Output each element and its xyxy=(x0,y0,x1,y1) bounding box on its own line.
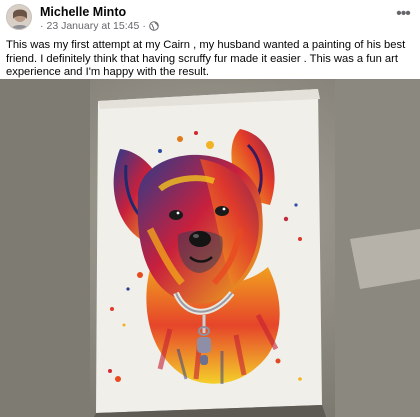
post-text: This was my first attempt at my Cairn , … xyxy=(6,39,406,78)
avatar-image xyxy=(7,5,31,29)
post-meta: · 23 January at 15:45 · xyxy=(40,20,159,32)
post-photo[interactable] xyxy=(0,79,420,417)
dog-painting-photo xyxy=(0,79,420,417)
author-name[interactable]: Michelle Minto xyxy=(40,5,126,19)
post-header: Michelle Minto · 23 January at 15:45 · •… xyxy=(0,0,420,36)
meta-separator: · xyxy=(142,20,146,32)
avatar[interactable] xyxy=(6,4,32,30)
post-timestamp[interactable]: 23 January at 15:45 xyxy=(47,20,140,32)
more-options-icon[interactable]: ••• xyxy=(392,6,414,22)
meta-dot: · xyxy=(40,20,44,32)
globe-icon xyxy=(149,21,159,31)
